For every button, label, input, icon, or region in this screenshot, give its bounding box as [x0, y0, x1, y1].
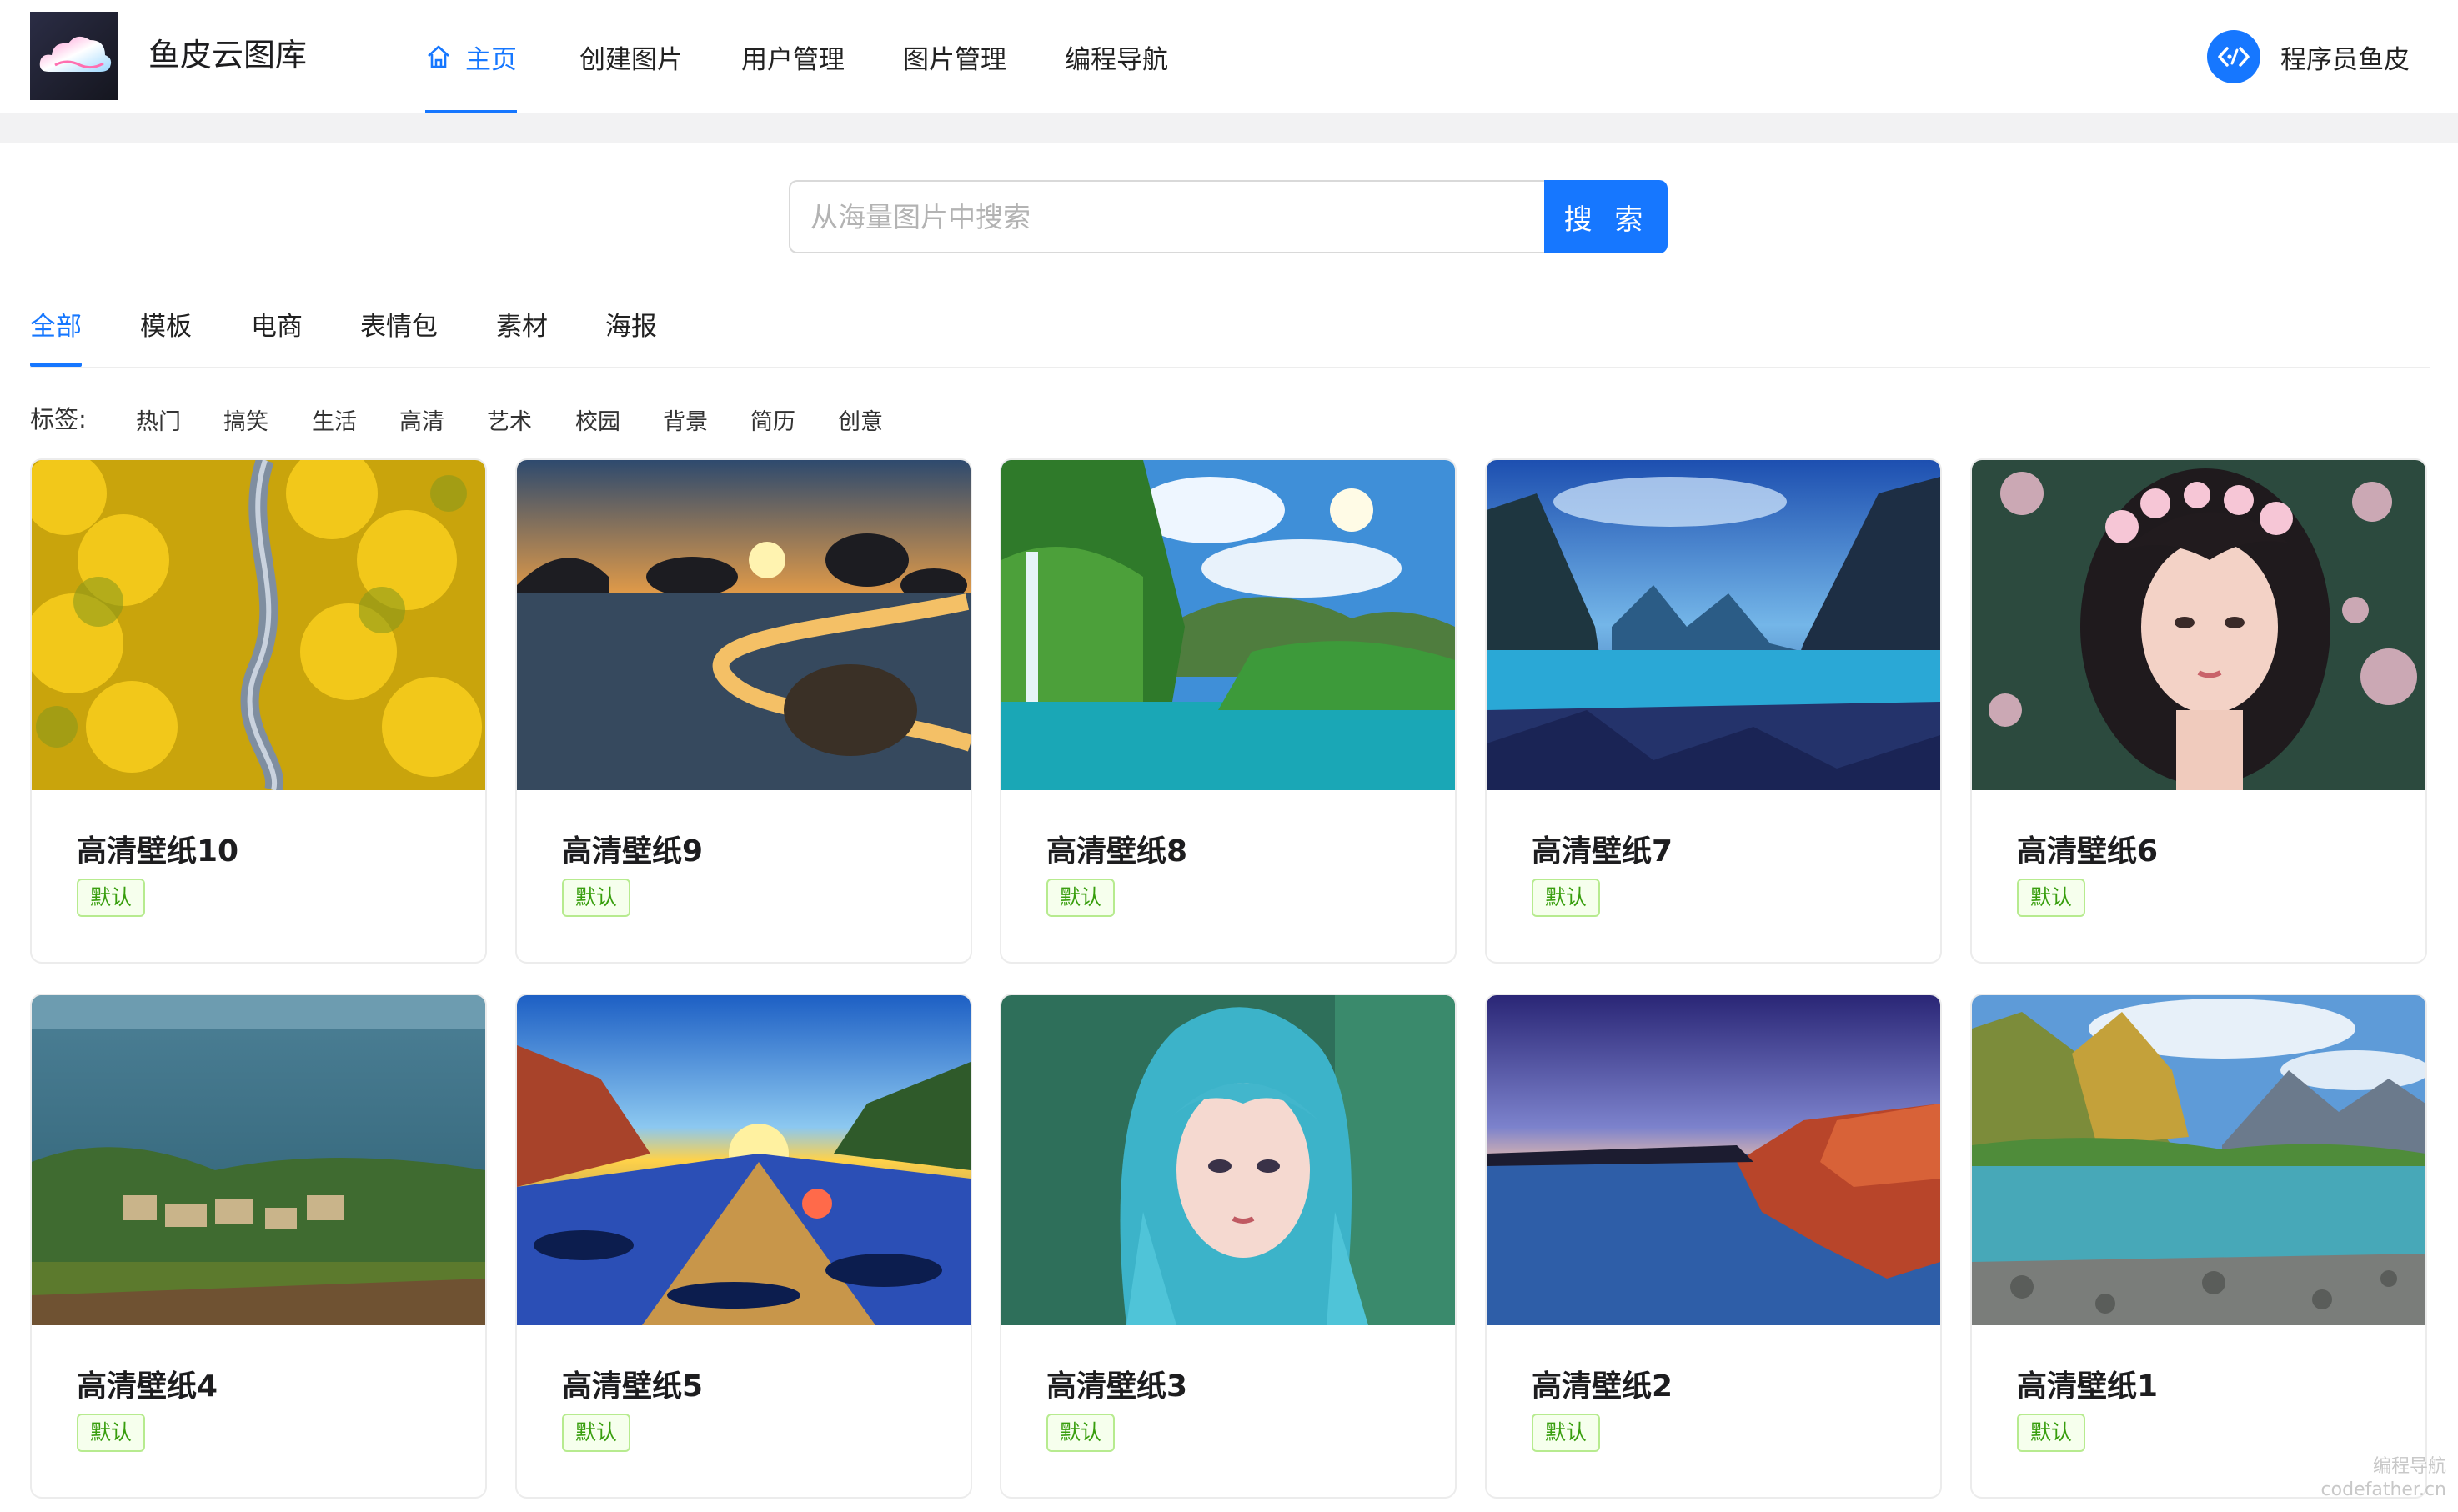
category-tag: 默认 [1532, 879, 1601, 917]
tab-material[interactable]: 素材 [496, 300, 548, 365]
picture-thumbnail[interactable] [517, 995, 971, 1325]
picture-title: 高清壁纸3 [1046, 1369, 1188, 1404]
category-tag: 默认 [77, 1414, 146, 1452]
picture-title: 高清壁纸10 [77, 834, 239, 869]
watermark: 编程导航 codefather.cn [2321, 1455, 2446, 1502]
picture-card[interactable]: 高清壁纸4 默认 [30, 994, 487, 1499]
nav-item-user-manage[interactable]: 用户管理 [741, 0, 845, 113]
tag-life[interactable]: 生活 [312, 403, 357, 436]
nav-item-label: 图片管理 [903, 44, 1006, 75]
tag-campus[interactable]: 校园 [575, 403, 620, 436]
tag-art[interactable]: 艺术 [487, 403, 532, 436]
category-tag: 默认 [2017, 1414, 2086, 1452]
avatar[interactable] [2207, 30, 2260, 83]
picture-card[interactable]: 高清壁纸8 默认 [1000, 458, 1457, 964]
code-logo-icon [2218, 47, 2250, 67]
category-tag: 默认 [2017, 879, 2086, 917]
category-tag: 默认 [77, 879, 146, 917]
picture-thumbnail[interactable] [1972, 460, 2425, 790]
category-tag: 默认 [562, 879, 631, 917]
nav-item-label: 主页 [465, 44, 517, 75]
category-tag: 默认 [562, 1414, 631, 1452]
tag-resume[interactable]: 简历 [750, 403, 795, 436]
tag-hd[interactable]: 高清 [399, 403, 444, 436]
nav-item-home[interactable]: 主页 [425, 0, 517, 113]
picture-thumbnail[interactable] [32, 460, 485, 790]
picture-thumbnail[interactable] [517, 460, 971, 790]
picture-thumbnail[interactable] [1487, 995, 1940, 1325]
nav-item-code-nav[interactable]: 编程导航 [1065, 0, 1168, 113]
picture-title: 高清壁纸6 [2017, 834, 2159, 869]
watermark-line: codefather.cn [2320, 1479, 2446, 1500]
user-name: 程序员鱼皮 [2280, 44, 2410, 75]
search-input[interactable] [789, 180, 1544, 253]
picture-title: 高清壁纸9 [562, 834, 704, 869]
picture-title: 高清壁纸8 [1046, 834, 1188, 869]
tab-all[interactable]: 全部 [30, 300, 82, 367]
picture-thumbnail[interactable] [1001, 460, 1455, 790]
tab-ecommerce[interactable]: 电商 [251, 300, 303, 365]
home-icon [428, 45, 449, 68]
tags-label: 标签: [30, 405, 87, 433]
tab-poster[interactable]: 海报 [605, 300, 657, 365]
picture-card[interactable]: 高清壁纸3 默认 [1000, 994, 1457, 1499]
tab-emoji[interactable]: 表情包 [360, 300, 438, 365]
picture-title: 高清壁纸5 [562, 1369, 704, 1404]
picture-thumbnail[interactable] [32, 995, 485, 1325]
picture-title: 高清壁纸1 [2017, 1369, 2159, 1404]
tag-funny[interactable]: 搞笑 [223, 403, 268, 436]
category-tag: 默认 [1046, 879, 1116, 917]
app-name[interactable]: 鱼皮云图库 [148, 33, 307, 77]
nav-item-create-picture[interactable]: 创建图片 [579, 0, 683, 113]
top-header: 鱼皮云图库 主页 创建图片 用户管理 图片管理 编程导航 程序员鱼皮 [0, 0, 2458, 113]
search-bar: 搜 索 [789, 180, 1668, 253]
picture-card[interactable]: 高清壁纸5 默认 [515, 994, 972, 1499]
picture-thumbnail[interactable] [1487, 460, 1940, 790]
picture-card[interactable]: 高清壁纸6 默认 [1970, 458, 2427, 964]
picture-card[interactable]: 高清壁纸10 默认 [30, 458, 487, 964]
nav-item-label: 创建图片 [579, 44, 683, 75]
search-button[interactable]: 搜 索 [1544, 180, 1668, 253]
nav-item-label: 编程导航 [1065, 44, 1168, 75]
category-tag: 默认 [1532, 1414, 1601, 1452]
picture-card[interactable]: 高清壁纸7 默认 [1485, 458, 1942, 964]
category-tabs: 全部 模板 电商 表情包 素材 海报 [30, 300, 2430, 368]
picture-title: 高清壁纸7 [1532, 834, 1673, 869]
picture-title: 高清壁纸4 [77, 1369, 218, 1404]
user-menu[interactable]: 程序员鱼皮 [2207, 30, 2410, 83]
nav-item-label: 用户管理 [741, 44, 845, 75]
tab-template[interactable]: 模板 [140, 300, 192, 365]
picture-thumbnail[interactable] [1972, 995, 2425, 1325]
tag-background[interactable]: 背景 [663, 403, 708, 436]
nav-item-picture-manage[interactable]: 图片管理 [903, 0, 1006, 113]
tag-creative[interactable]: 创意 [838, 403, 883, 436]
category-tag: 默认 [1046, 1414, 1116, 1452]
picture-thumbnail[interactable] [1001, 995, 1455, 1325]
app-logo-icon[interactable] [30, 12, 118, 100]
picture-card[interactable]: 高清壁纸2 默认 [1485, 994, 1942, 1499]
watermark-line: 编程导航 [2372, 1456, 2446, 1477]
picture-card[interactable]: 高清壁纸1 默认 [1970, 994, 2427, 1499]
tag-hot[interactable]: 热门 [136, 403, 181, 436]
picture-card[interactable]: 高清壁纸9 默认 [515, 458, 972, 964]
picture-title: 高清壁纸2 [1532, 1369, 1673, 1404]
header-divider [0, 113, 2458, 143]
